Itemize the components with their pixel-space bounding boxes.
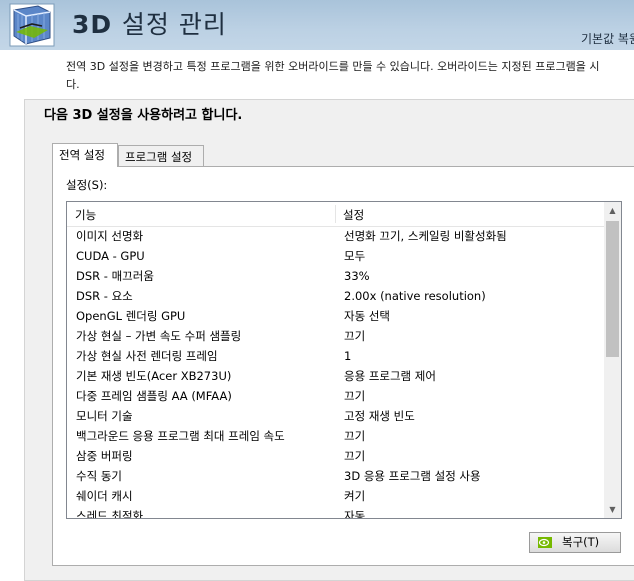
page-title-3d: 3D bbox=[72, 10, 113, 39]
panel-title: 다음 3D 설정을 사용하려고 합니다. bbox=[44, 108, 243, 123]
row-feature: DSR - 요소 bbox=[76, 289, 133, 303]
tab-program-settings[interactable]: 프로그램 설정 bbox=[118, 145, 204, 167]
row-feature: OpenGL 렌더링 GPU bbox=[76, 309, 186, 323]
row-feature: 모니터 기술 bbox=[76, 409, 133, 423]
table-row[interactable]: 스레드 최적화 자동 bbox=[67, 506, 605, 519]
row-feature: 수직 동기 bbox=[76, 469, 122, 483]
settings-label: 설정(S): bbox=[66, 178, 108, 192]
row-feature: 스레드 최적화 bbox=[76, 509, 144, 519]
row-value: 자동 선택 bbox=[344, 309, 390, 323]
column-divider[interactable] bbox=[335, 205, 336, 223]
row-value: 고정 재생 빈도 bbox=[344, 409, 415, 423]
row-value: 3D 응용 프로그램 설정 사용 bbox=[344, 469, 481, 483]
row-value: 1 bbox=[344, 349, 352, 363]
row-value: 자동 bbox=[344, 509, 366, 519]
row-value: 끄기 bbox=[344, 329, 366, 343]
restore-defaults-link[interactable]: 기본값 복원 bbox=[581, 30, 634, 47]
table-row[interactable]: 이미지 선명화 선명화 끄기, 스케일링 비활성화됨 bbox=[67, 226, 605, 246]
nvidia-logo-icon bbox=[538, 537, 552, 548]
row-value: 선명화 끄기, 스케일링 비활성화됨 bbox=[344, 229, 507, 243]
column-header-feature[interactable]: 기능 bbox=[75, 207, 96, 223]
list-rows: 이미지 선명화 선명화 끄기, 스케일링 비활성화됨 CUDA - GPU 모두 D… bbox=[67, 226, 605, 519]
table-row[interactable]: DSR - 매끄러움 33% bbox=[67, 266, 605, 286]
table-row[interactable]: CUDA - GPU 모두 bbox=[67, 246, 605, 266]
table-row[interactable]: 모니터 기술 고정 재생 빈도 bbox=[67, 406, 605, 426]
row-value: 켜기 bbox=[344, 489, 366, 503]
scrollbar-thumb[interactable] bbox=[606, 221, 619, 357]
table-row[interactable]: 삼중 버퍼링 끄기 bbox=[67, 446, 605, 466]
table-row[interactable]: 다중 프레임 샘플링 AA (MFAA) 끄기 bbox=[67, 386, 605, 406]
tab-global-settings[interactable]: 전역 설정 bbox=[52, 143, 118, 167]
row-feature: 다중 프레임 샘플링 AA (MFAA) bbox=[76, 389, 232, 403]
settings-list[interactable]: 기능 설정 이미지 선명화 선명화 끄기, 스케일링 비활성화됨 CUDA - G… bbox=[66, 201, 622, 519]
table-row[interactable]: 백그라운드 응용 프로그램 최대 프레임 속도 끄기 bbox=[67, 426, 605, 446]
table-row[interactable]: OpenGL 렌더링 GPU 자동 선택 bbox=[67, 306, 605, 326]
table-row[interactable]: 가상 현실 사전 렌더링 프레임 1 bbox=[67, 346, 605, 366]
row-feature: 쉐이더 캐시 bbox=[76, 489, 133, 503]
table-row[interactable]: 기본 재생 빈도(Acer XB273U) 응용 프로그램 제어 bbox=[67, 366, 605, 386]
row-feature: 가상 현실 사전 렌더링 프레임 bbox=[76, 349, 218, 363]
row-value: 모두 bbox=[344, 249, 366, 263]
row-feature: DSR - 매끄러움 bbox=[76, 269, 154, 283]
description-line-2: 다. bbox=[66, 78, 80, 91]
restore-button-label: 복구(T) bbox=[562, 535, 600, 549]
page-header: 3D 설정 관리 기본값 복원 bbox=[0, 0, 634, 50]
description-line-1: 전역 3D 설정을 변경하고 특정 프로그램을 위한 오버라이드를 만들 수 있… bbox=[66, 60, 600, 73]
row-feature: 기본 재생 빈도(Acer XB273U) bbox=[76, 369, 232, 383]
3d-settings-icon bbox=[9, 3, 55, 47]
row-value: 끄기 bbox=[344, 449, 366, 463]
row-feature: 가상 현실 – 가변 속도 수퍼 샘플링 bbox=[76, 329, 242, 343]
restore-button[interactable]: 복구(T) bbox=[529, 532, 621, 553]
table-row[interactable]: 수직 동기 3D 응용 프로그램 설정 사용 bbox=[67, 466, 605, 486]
row-feature: 백그라운드 응용 프로그램 최대 프레임 속도 bbox=[76, 429, 285, 443]
page-description: 전역 3D 설정을 변경하고 특정 프로그램을 위한 오버라이드를 만들 수 있… bbox=[66, 58, 634, 94]
column-header-setting[interactable]: 설정 bbox=[343, 207, 364, 223]
table-row[interactable]: 쉐이더 캐시 켜기 bbox=[67, 486, 605, 506]
table-row[interactable]: DSR - 요소 2.00x (native resolution) bbox=[67, 286, 605, 306]
row-value: 33% bbox=[344, 269, 370, 283]
row-value: 끄기 bbox=[344, 429, 366, 443]
row-value: 응용 프로그램 제어 bbox=[344, 369, 436, 383]
table-row[interactable]: 가상 현실 – 가변 속도 수퍼 샘플링 끄기 bbox=[67, 326, 605, 346]
row-feature: 삼중 버퍼링 bbox=[76, 449, 133, 463]
row-value: 끄기 bbox=[344, 389, 366, 403]
row-value: 2.00x (native resolution) bbox=[344, 289, 486, 303]
row-feature: 이미지 선명화 bbox=[76, 229, 144, 243]
scroll-up-arrow-icon[interactable]: ▲ bbox=[604, 202, 621, 219]
page-title: 3D 설정 관리 bbox=[72, 5, 227, 41]
vertical-scrollbar[interactable]: ▲ ▼ bbox=[604, 202, 621, 518]
list-header: 기능 설정 bbox=[67, 202, 605, 227]
row-feature: CUDA - GPU bbox=[76, 249, 145, 263]
scroll-down-arrow-icon[interactable]: ▼ bbox=[604, 501, 621, 518]
page-title-text: 설정 관리 bbox=[121, 10, 227, 39]
